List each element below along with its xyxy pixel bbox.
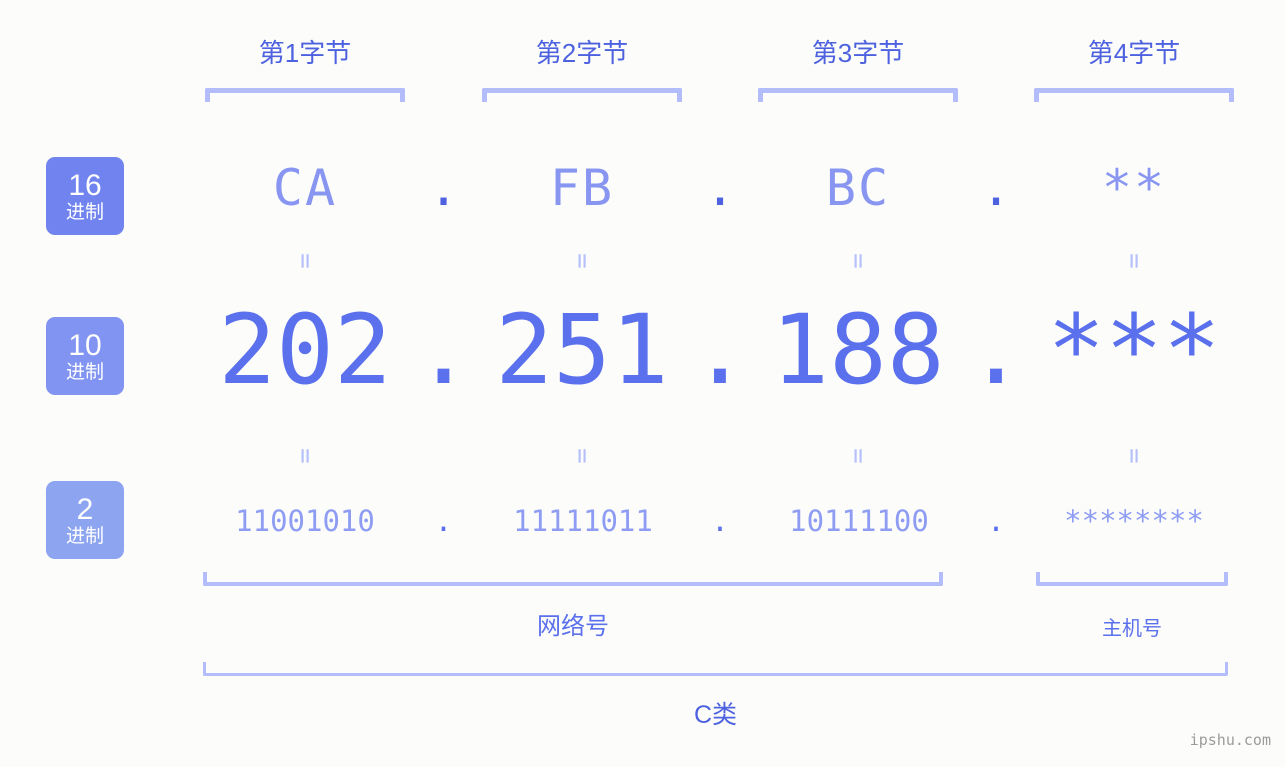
address-class-label: C类 [693,701,738,729]
equals-connector-hex-dec-4: = [1119,253,1149,269]
equals-connector-hex-dec-2: = [567,253,597,269]
hex-byte-2: FB [549,159,615,217]
byte-header-label-3: 第3字节 [811,38,905,68]
hex-separator-2: . [704,159,736,217]
equals-connector-dec-bin-1: = [290,448,320,464]
equals-connector-dec-bin-4: = [1119,448,1149,464]
base-badge-decimal: 10 进制 [46,317,124,395]
byte-bracket-3 [758,88,958,102]
decimal-separator-3: . [967,294,1025,406]
byte-header-label-1: 第1字节 [258,38,352,68]
site-watermark: ipshu.com [1189,731,1271,749]
base-badge-hex-unit: 进制 [65,201,104,223]
hex-separator-1: . [428,159,459,217]
byte-bracket-4 [1034,88,1234,102]
equals-connector-hex-dec-3: = [843,253,873,269]
base-badge-decimal-number: 10 [68,328,102,362]
base-badge-binary-unit: 进制 [65,525,104,547]
hex-byte-1: CA [272,159,338,217]
byte-bracket-2 [482,88,682,102]
byte-header-label-4: 第4字节 [1087,38,1181,68]
binary-byte-2: 11111011 [513,504,653,538]
binary-separator-3: . [987,504,1005,538]
ip-address-breakdown-diagram: 第1字节 第2字节 第3字节 第4字节 16 进制 10 进制 2 进制 CA … [0,0,1285,767]
hex-separator-3: . [980,159,1012,217]
equals-connector-hex-dec-1: = [290,253,320,269]
network-portion-bracket [203,572,943,586]
hex-byte-4: ** [1101,159,1167,217]
byte-bracket-1 [205,88,405,102]
host-portion-label: 主机号 [1102,618,1162,640]
decimal-byte-3: 188 [771,294,945,406]
decimal-byte-2: 251 [495,294,669,406]
base-badge-binary: 2 进制 [46,481,124,559]
binary-byte-1: 11001010 [235,504,375,538]
network-portion-label: 网络号 [537,613,609,640]
address-class-bracket [203,662,1228,676]
base-badge-decimal-unit: 进制 [65,361,104,383]
base-badge-binary-number: 2 [76,492,94,526]
base-badge-hex: 16 进制 [46,157,124,235]
equals-connector-dec-bin-2: = [567,448,597,464]
binary-byte-4: ******** [1064,504,1204,538]
host-portion-bracket [1036,572,1228,586]
decimal-byte-1: 202 [218,294,392,406]
equals-connector-dec-bin-3: = [843,448,873,464]
binary-byte-3: 10111100 [789,504,929,538]
decimal-byte-4: *** [1047,294,1221,406]
binary-separator-2: . [711,504,729,538]
binary-separator-1: . [434,504,453,538]
byte-header-label-2: 第2字节 [535,38,629,68]
decimal-separator-1: . [414,294,473,406]
decimal-separator-2: . [691,294,749,406]
base-badge-hex-number: 16 [68,168,102,202]
hex-byte-3: BC [825,159,891,217]
